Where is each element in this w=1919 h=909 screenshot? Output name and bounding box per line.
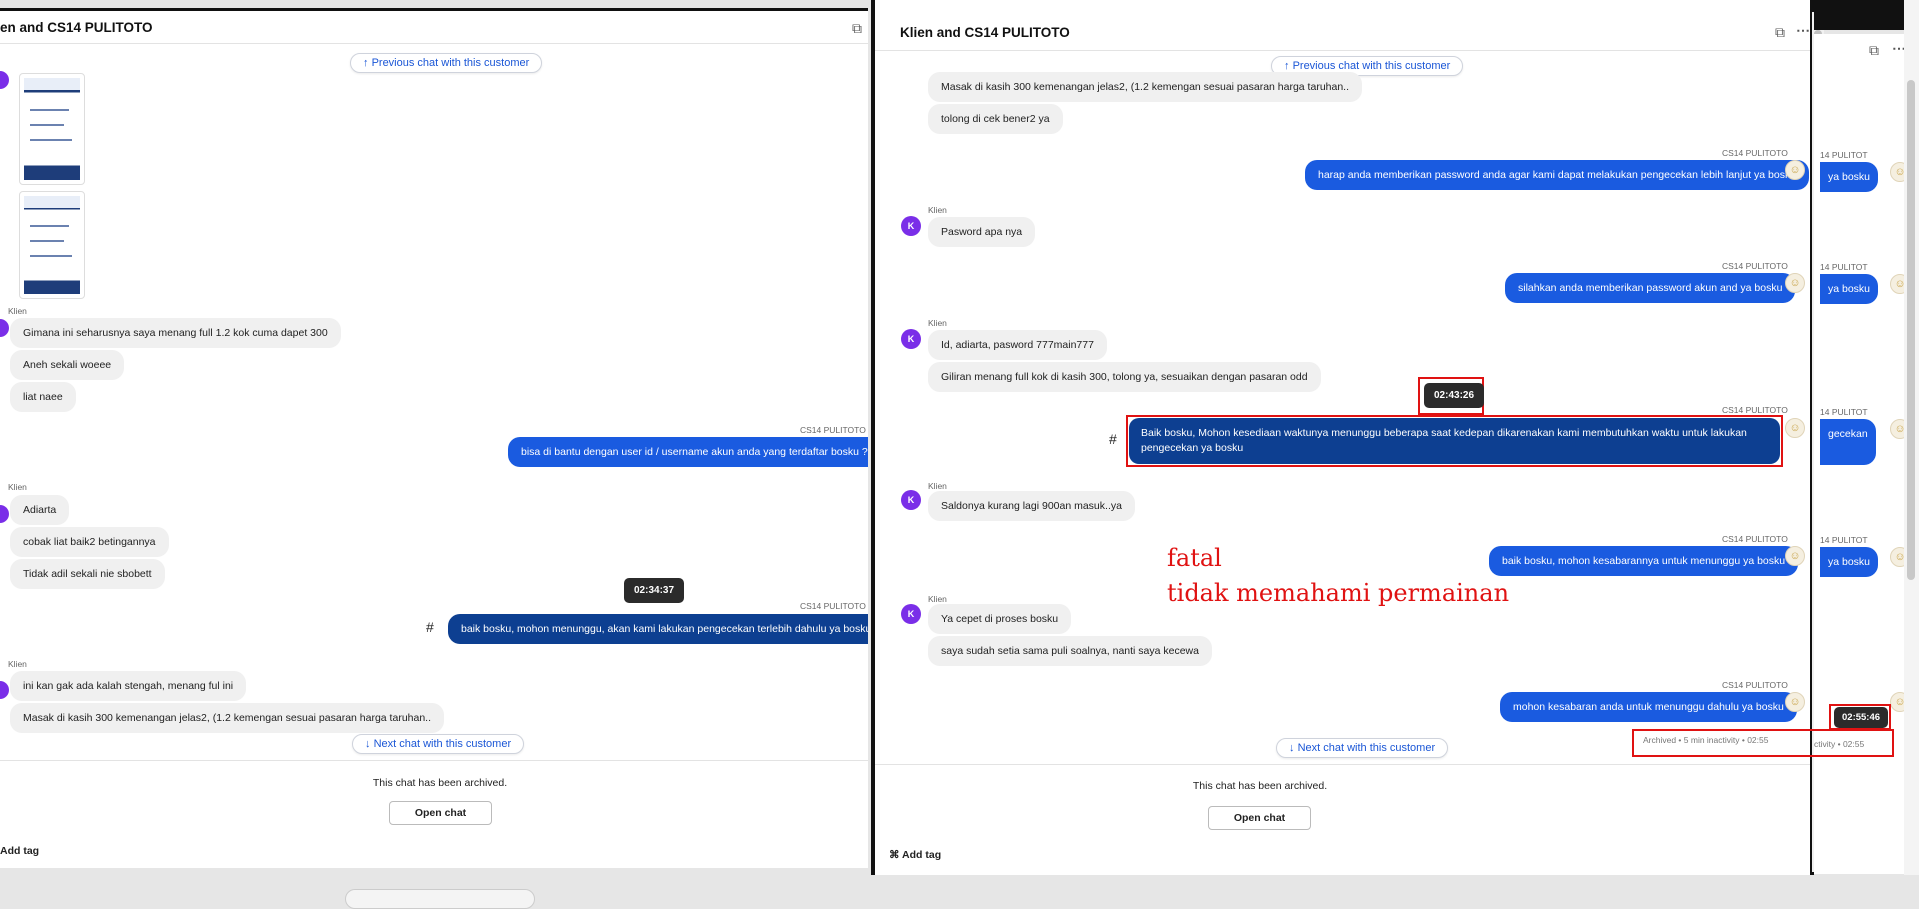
message-bubble: ini kan gak ada kalah stengah, menang fu…: [10, 671, 247, 701]
more-options-icon[interactable]: ⋯: [1796, 22, 1810, 39]
message-bubble: liat naee: [10, 382, 76, 412]
sender-name: 14 PULITOT: [1820, 407, 1868, 417]
open-chat-button[interactable]: Open chat: [1208, 806, 1311, 830]
side-scrollbar-thumb[interactable]: [1907, 80, 1915, 580]
message-bubble: Adiarta: [10, 495, 70, 525]
message-bubble: baik bosku, mohon menunggu, akan kami la…: [448, 614, 868, 644]
archived-highlight-box: [1632, 729, 1894, 757]
sender-name: Klien: [8, 306, 27, 316]
footer-divider: [0, 760, 868, 761]
sender-name: CS14 PULITOTO: [1722, 680, 1788, 690]
add-tag-button[interactable]: ⌘ Add tag: [889, 849, 941, 861]
agent-avatar: ☺: [1785, 418, 1805, 438]
sender-name: Klien: [928, 205, 947, 215]
client-avatar: [0, 319, 9, 337]
agent-avatar: ☺: [1785, 546, 1805, 566]
timestamp-tooltip: 02:43:26: [1424, 383, 1485, 408]
message-bubble: Id, adiarta, pasword 777main777: [928, 330, 1107, 360]
tooltip-highlight-box: [1829, 704, 1891, 730]
client-avatar: [0, 71, 9, 89]
previous-chat-label: Previous chat with this customer: [1292, 60, 1451, 72]
image-attachment[interactable]: [19, 191, 85, 299]
message-bubble: Tidak adil sekali nie sbobett: [10, 559, 165, 589]
sender-name: CS14 PULITOTO: [1722, 405, 1788, 415]
client-avatar: K: [901, 490, 921, 510]
sender-name: CS14 PULITOTO: [1722, 534, 1788, 544]
selected-message-bubble: Baik bosku, Mohon kesediaan waktunya men…: [1129, 418, 1780, 464]
add-tag-label: Add tag: [902, 849, 942, 861]
message-bubble: Aneh sekali woeee: [10, 350, 125, 380]
client-avatar: K: [901, 216, 921, 236]
hash-icon[interactable]: #: [1109, 431, 1117, 447]
next-chat-label: Next chat with this customer: [373, 738, 512, 750]
message-bubble: ya bosku: [1820, 547, 1879, 577]
message-bubble: baik bosku, mohon kesabarannya untuk men…: [1489, 546, 1799, 576]
tag-icon: ⌘: [889, 849, 900, 861]
sender-name: Klien: [928, 481, 947, 491]
message-bubble: Pasword apa nya: [928, 217, 1036, 247]
open-chat-button[interactable]: Open chat: [389, 801, 492, 825]
client-avatar: K: [901, 329, 921, 349]
chat-title: en and CS14 PULITOTO: [0, 20, 153, 35]
annotation-fatal: fatal: [1167, 544, 1222, 572]
client-avatar: K: [901, 604, 921, 624]
sender-name: 14 PULITOT: [1820, 535, 1868, 545]
sender-name: Klien: [8, 482, 27, 492]
message-bubble: gecekan: [1820, 419, 1876, 465]
previous-chat-button[interactable]: ↑ Previous chat with this customer: [350, 53, 543, 73]
header-divider: [0, 43, 868, 44]
chat-title: Klien and CS14 PULITOTO: [900, 25, 1070, 40]
sender-name: 14 PULITOT: [1820, 150, 1868, 160]
sender-name: Klien: [928, 318, 947, 328]
message-bubble: harap anda memberikan password anda agar…: [1305, 160, 1810, 190]
message-bubble: bisa di bantu dengan user id / username …: [508, 437, 868, 467]
agent-avatar: ☺: [1785, 160, 1805, 180]
image-attachment[interactable]: [19, 73, 85, 185]
next-chat-button[interactable]: ↓ Next chat with this customer: [352, 734, 525, 754]
timestamp-tooltip: 02:34:37: [624, 578, 685, 603]
sender-name: 14 PULITOT: [1820, 262, 1868, 272]
archived-notice: This chat has been archived.: [1192, 780, 1328, 792]
add-tag-button[interactable]: Add tag: [0, 845, 39, 857]
sender-name: Klien: [928, 594, 947, 604]
client-avatar: [0, 505, 9, 523]
message-bubble: mohon kesabaran anda untuk menunggu dahu…: [1500, 692, 1797, 722]
header-divider: [875, 50, 1810, 51]
next-chat-button[interactable]: ↓ Next chat with this customer: [1276, 738, 1449, 758]
ghost-pill: [345, 889, 535, 909]
agent-avatar: ☺: [1785, 692, 1805, 712]
sender-name: CS14 PULITOTO: [1722, 148, 1788, 158]
sender-name: CS14 PULITOTO: [1722, 261, 1788, 271]
annotation-explanation: tidak memahami permainan: [1167, 579, 1510, 607]
message-bubble: saya sudah setia sama puli soalnya, nant…: [928, 636, 1212, 666]
link-icon[interactable]: ⧉: [1869, 42, 1879, 59]
previous-chat-label: Previous chat with this customer: [371, 57, 530, 69]
hash-icon[interactable]: #: [426, 619, 434, 635]
message-bubble: silahkan anda memberikan password akun a…: [1505, 273, 1796, 303]
message-bubble: ya bosku: [1820, 274, 1879, 304]
sender-name: CS14 PULITOTO: [800, 601, 866, 611]
archived-notice: This chat has been archived.: [372, 777, 508, 789]
message-bubble: Masak di kasih 300 kemenangan jelas2, (1…: [10, 703, 445, 733]
link-icon[interactable]: ⧉: [1775, 24, 1785, 41]
client-avatar: [0, 681, 9, 699]
message-bubble: Saldonya kurang lagi 900an masuk..ya: [928, 491, 1135, 521]
link-icon[interactable]: ⧉: [852, 20, 862, 37]
message-bubble: ya bosku: [1820, 162, 1879, 192]
sender-name: Klien: [8, 659, 27, 669]
message-bubble: tolong di cek bener2 ya: [928, 104, 1063, 134]
sender-name: CS14 PULITOTO: [800, 425, 866, 435]
left-chat-window: en and CS14 PULITOTO ⧉ ↑ Previous chat w…: [0, 8, 868, 868]
message-bubble: Gimana ini seharusnya saya menang full 1…: [10, 318, 341, 348]
footer-divider: [875, 764, 1810, 765]
message-bubble: Masak di kasih 300 kemenangan jelas2, (1…: [928, 72, 1363, 102]
message-bubble: Ya cepet di proses bosku: [928, 604, 1072, 634]
next-chat-label: Next chat with this customer: [1297, 742, 1436, 754]
agent-avatar: ☺: [1785, 273, 1805, 293]
message-bubble: Giliran menang full kok di kasih 300, to…: [928, 362, 1321, 392]
message-bubble: cobak liat baik2 betingannya: [10, 527, 169, 557]
